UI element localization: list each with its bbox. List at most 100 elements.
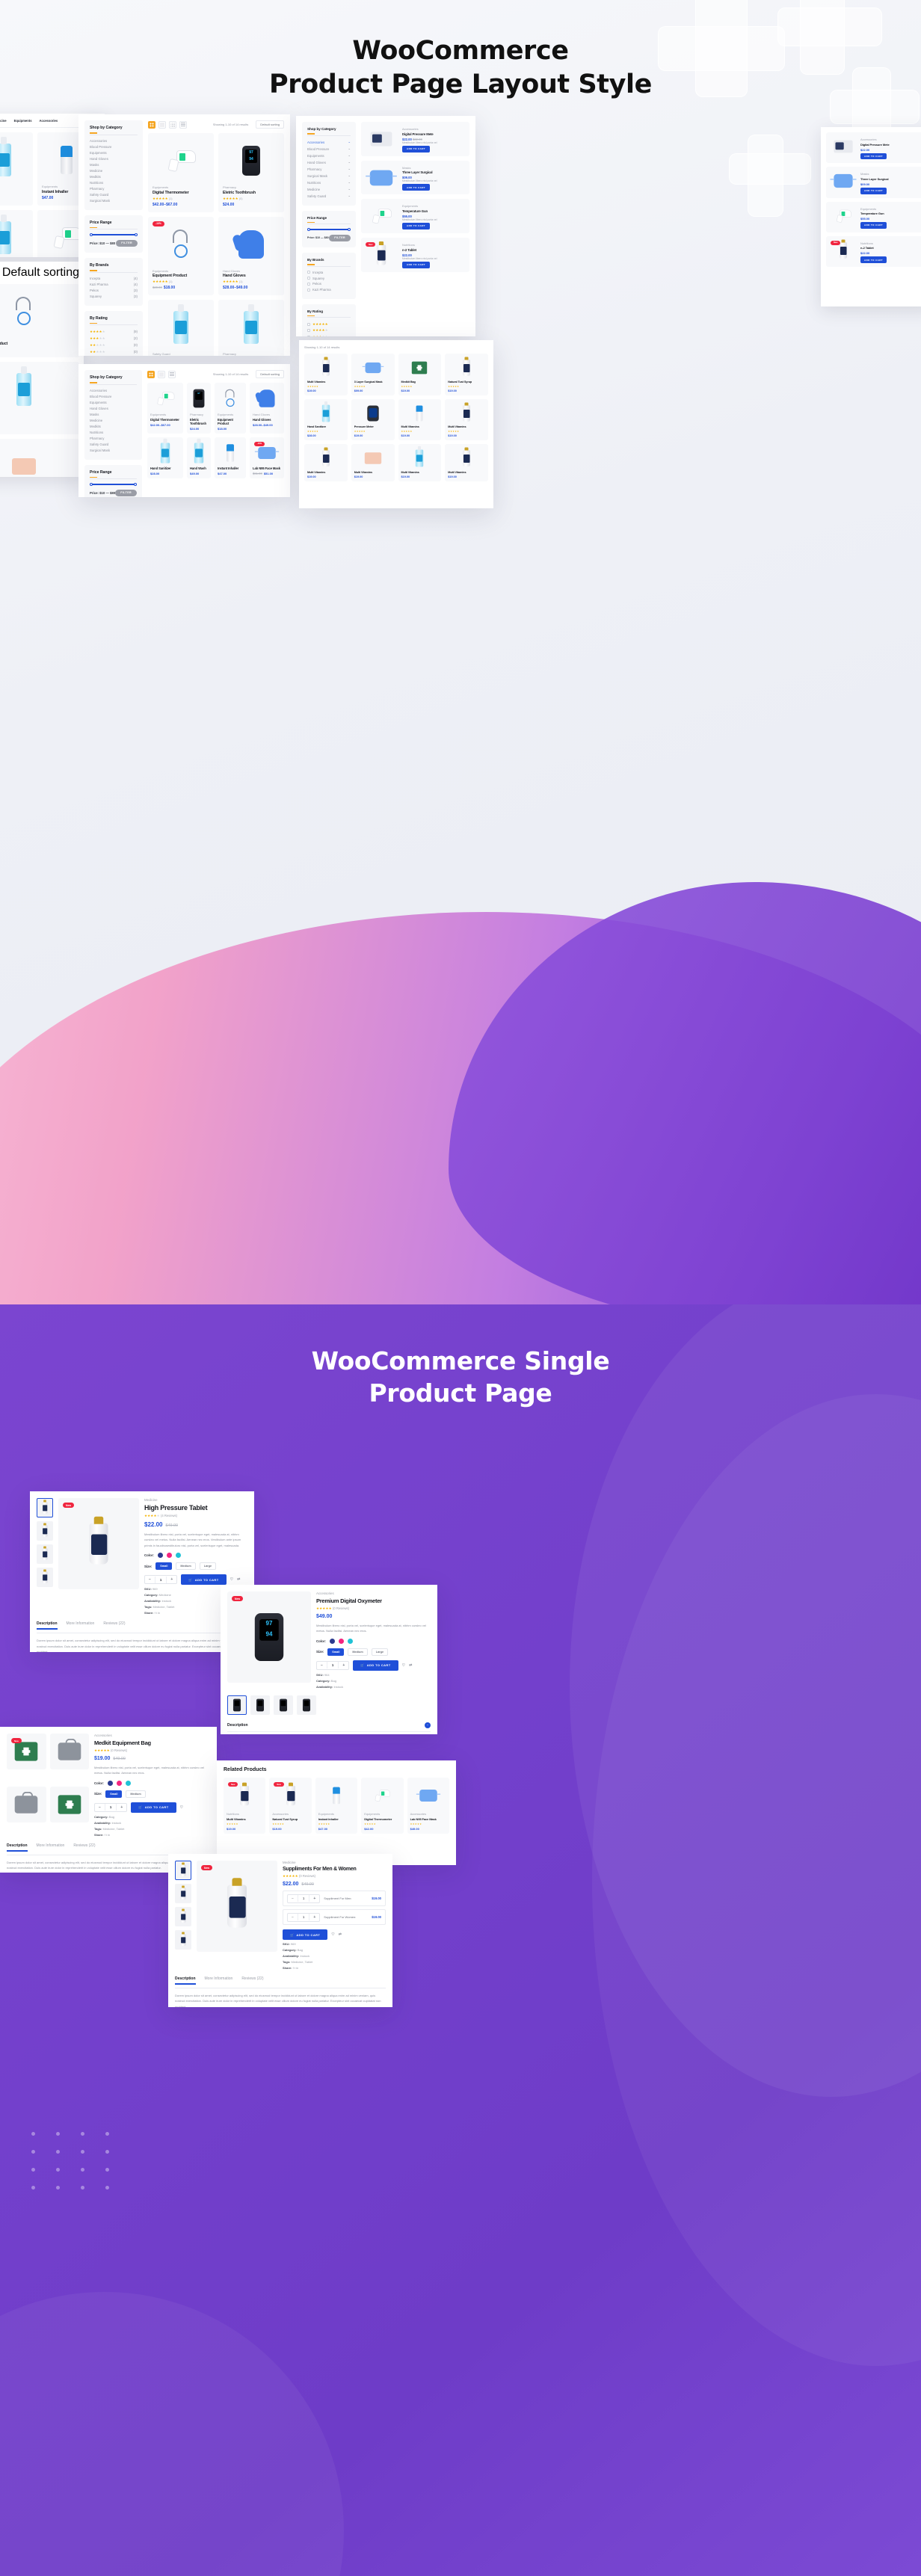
price-slider[interactable] [90, 232, 138, 236]
category-item[interactable]: Medicine [90, 168, 138, 174]
wishlist-icon[interactable]: ♡ [331, 1932, 334, 1937]
product-name[interactable]: Instant Inhaller [318, 1817, 354, 1821]
price-widget[interactable]: Price Range Price: $10 — $80 FILTER [302, 210, 356, 247]
size-options[interactable]: Size: Small Medium Large [144, 1562, 247, 1571]
brands-widget[interactable]: By Brands Incepta Squarey Pekos Kazi Pha… [302, 252, 356, 299]
category-widget[interactable]: Shop by Category Accessories ⌄ Blood Pres… [302, 122, 356, 206]
category-item[interactable]: Surgical Mask [90, 198, 138, 204]
product-name[interactable]: n-2 Tablet [402, 248, 466, 252]
social-icons[interactable]: f t in [155, 1611, 161, 1615]
grid-2-icon[interactable] [147, 370, 155, 378]
category-item[interactable]: Medkits [90, 424, 137, 430]
product-name[interactable]: Hand Sanitizer [307, 425, 345, 428]
product-name[interactable]: Multi Vitamins [307, 471, 345, 474]
tab-more-information[interactable]: More Information [37, 1843, 65, 1852]
size-option-medium[interactable]: Medium [126, 1790, 146, 1798]
size-option-small[interactable]: Small [105, 1790, 123, 1798]
tab-more-information[interactable]: More Information [205, 1976, 233, 1985]
grid-2-icon[interactable] [148, 120, 155, 129]
slider-knob-min[interactable] [307, 227, 310, 231]
list-item[interactable]: New Nutritions n-2 Tablet $22.00 Mestibu… [361, 238, 469, 272]
list-item[interactable]: Equipments Temperature Gun $55.00 ADD TO… [826, 201, 921, 232]
view-toolbar[interactable]: Showing 1-10 of 14 results Default sorti… [148, 120, 284, 129]
product-area[interactable]: Showing 1-10 of 14 results Default sorti… [147, 370, 284, 497]
gallery-grid[interactable]: New [7, 1734, 89, 1837]
view-toolbar[interactable]: Showing 1-10 of 14 results [304, 345, 488, 349]
product-name[interactable]: Temperature Gun [860, 212, 887, 215]
product-card[interactable]: Hand Wash $49.00 [187, 437, 211, 478]
product-card[interactable]: Hand Gloves Hand Gloves $28.00–$49.00 [250, 383, 284, 434]
size-options[interactable]: Size: Small Medium Large [316, 1648, 431, 1656]
product-card[interactable]: 97 94 Pharmacy Eletric Toothbrush ★★★★★ (… [218, 133, 284, 212]
product-area[interactable]: Showing 1-10 of 14 results Default sorti… [148, 120, 284, 356]
brand-item[interactable]: Incepta (4) [90, 276, 138, 282]
brand-item[interactable]: Pekos (3) [90, 288, 138, 294]
brand-checkbox[interactable]: Incepta [307, 270, 351, 276]
product-name[interactable]: Equipment Product [218, 418, 243, 425]
filter-sidebar[interactable]: Shop by Category Accessories Blood Press… [84, 370, 142, 497]
color-swatch-navy[interactable] [157, 1553, 163, 1559]
thumbnail[interactable] [37, 1568, 53, 1587]
slider-knob-max[interactable] [348, 227, 351, 231]
add-to-cart-button[interactable]: ADD TO CART [860, 187, 887, 194]
thumbnail[interactable] [37, 1544, 53, 1564]
filter-button[interactable]: FILTER [115, 489, 137, 496]
rating-widget[interactable]: By Rating ★★★★★ (9) ★★★★★ (2) ★★★★★ (0) ★★★… [84, 310, 143, 356]
product-name[interactable]: Equipment Product [0, 342, 75, 346]
product-card[interactable]: -16% Lab N95 Face Mask $61.00 $51.00 [250, 437, 284, 478]
category-item[interactable]: Medicine ⌄ [307, 186, 351, 193]
grid-3-icon[interactable] [158, 120, 166, 129]
color-swatch-cyan[interactable] [175, 1553, 181, 1559]
thumbnail[interactable] [175, 1861, 191, 1880]
grid-4-icon[interactable] [169, 120, 176, 129]
brand-item[interactable]: Kazi Pharma (4) [90, 282, 138, 288]
category-item[interactable]: Safety Guard [90, 442, 137, 448]
quantity-stepper[interactable]: −1 + [316, 1660, 350, 1670]
list-item[interactable]: Accessories Digital Pressure Mete $22.00… [361, 122, 469, 156]
rating-widget[interactable]: By Rating ★★★★★ ★★★★★ ★★★★★ ★★★★★ ★★★★★ [302, 303, 356, 336]
sort-select[interactable]: Default sorting [256, 120, 284, 129]
product-card[interactable]: 3 Layer Surgical Mask ★★★★★ $09.00 [351, 354, 395, 395]
product-card[interactable]: Multi Vitamins $19.00 [398, 444, 442, 481]
product-name[interactable]: Multi Vitamins [307, 380, 345, 383]
cart-row[interactable]: −1 + 🛒 ADD TO CART ♡ ⇄ [316, 1660, 431, 1671]
tab-reviews[interactable]: Reviews (22) [73, 1843, 95, 1852]
product-name[interactable]: Multi Vitamins [401, 425, 439, 428]
product-card[interactable]: Multi Vitamins ★★★★★ $19.00 [304, 354, 348, 395]
product-card[interactable]: -16% Hand Sanitizer $28.00 [0, 209, 33, 257]
product-card[interactable]: Equipments Equipment Product $18.00 [215, 383, 246, 434]
nav-item[interactable]: Accessories [40, 119, 58, 123]
thumbnail[interactable] [175, 1930, 191, 1950]
tab-more-information[interactable]: More Information [67, 1621, 95, 1630]
thumbnail[interactable] [175, 1884, 191, 1903]
social-icons[interactable]: f t in [293, 1966, 299, 1970]
wishlist-icon[interactable]: ♡ [230, 1577, 233, 1582]
category-item[interactable]: Accessories [90, 388, 137, 394]
mock-shop-main-top[interactable]: Shop by Category Accessories Blood Press… [78, 114, 290, 356]
category-item[interactable]: Nutritions [90, 430, 137, 436]
decrement-button[interactable]: − [145, 1576, 155, 1583]
add-to-cart-button[interactable]: ADD TO CART [402, 222, 431, 230]
gallery-image[interactable] [49, 1734, 89, 1769]
size-options[interactable]: Size: Small Medium [94, 1790, 210, 1798]
rating-row[interactable]: ★★★★★(0) [90, 355, 138, 356]
price-slider[interactable] [307, 227, 351, 231]
product-card[interactable]: Natural Tust Syrup ★★★★★ $19.00 [445, 354, 488, 395]
product-card[interactable]: Pharmacy Hand Wash $49.00 [0, 361, 79, 434]
thumbnail[interactable] [175, 1907, 191, 1926]
thumbnail[interactable] [250, 1695, 270, 1715]
product-name[interactable]: Multi Vitamins [448, 425, 485, 428]
slider-knob-min[interactable] [90, 232, 93, 236]
category-item[interactable]: Safety Guard [90, 192, 138, 198]
variant-row[interactable]: −1 + Suppliment For Men: $19.00 [283, 1891, 386, 1906]
rating-row[interactable]: ★★★★★(0) [90, 342, 138, 348]
list-item[interactable]: Masks Three Layer Surgical $09.00 Mestib… [361, 160, 469, 195]
list-icon[interactable] [168, 370, 176, 378]
category-item[interactable]: Hand Gloves [90, 406, 137, 412]
add-to-cart-button[interactable]: 🛒 ADD TO CART [283, 1929, 328, 1940]
decrement-button[interactable]: − [288, 1914, 298, 1921]
product-name[interactable]: Digital Thermometer [150, 418, 180, 422]
quantity-stepper[interactable]: −1 + [94, 1802, 128, 1812]
category-widget[interactable]: Shop by Category Accessories Blood Press… [84, 370, 142, 460]
product-name[interactable]: Three Layer Surgical [402, 170, 466, 174]
